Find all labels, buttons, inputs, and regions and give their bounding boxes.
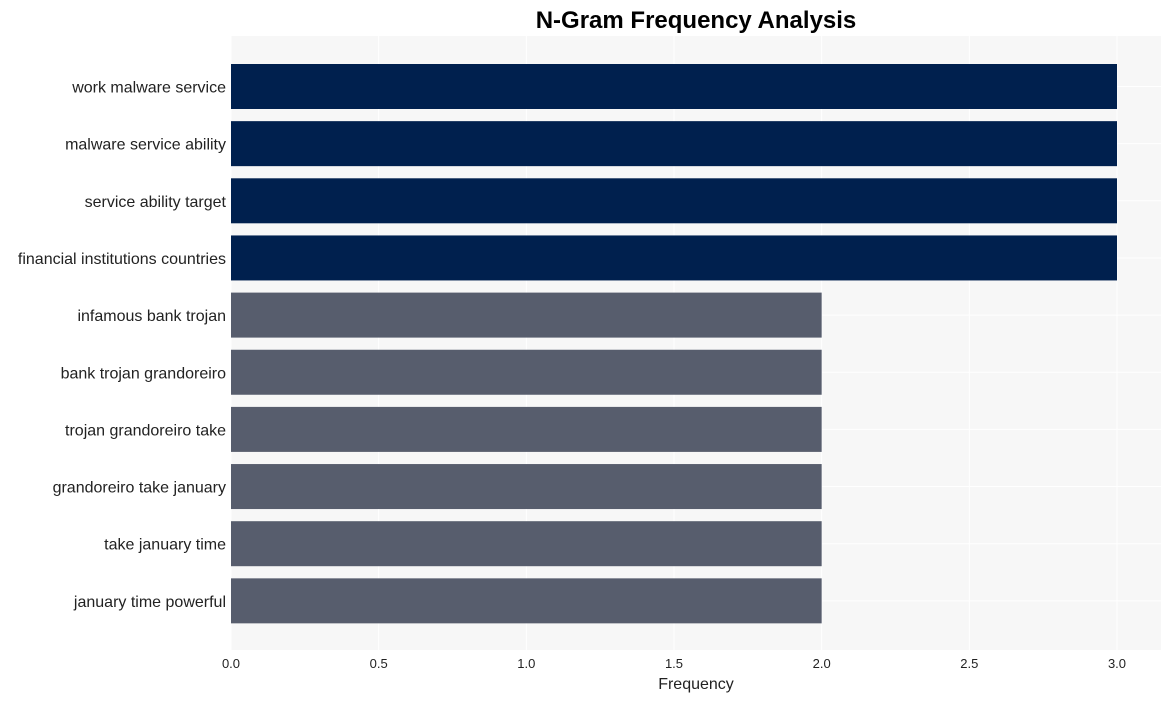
y-label-6: trojan grandoreiro take xyxy=(65,422,226,439)
y-label-3: financial institutions countries xyxy=(18,251,226,268)
y-label-9: january time powerful xyxy=(73,594,226,611)
x-axis-label: Frequency xyxy=(658,676,734,693)
x-tick-label-0: 0.0 xyxy=(222,656,240,671)
bar-3 xyxy=(231,235,1117,281)
bar-1 xyxy=(231,121,1117,167)
bar-8 xyxy=(231,521,822,567)
bar-9 xyxy=(231,578,822,624)
x-tick-label-6: 3.0 xyxy=(1108,656,1126,671)
bar-6 xyxy=(231,406,822,452)
x-tick-label-3: 1.5 xyxy=(665,656,683,671)
x-tick-label-2: 1.0 xyxy=(517,656,535,671)
y-label-1: malware service ability xyxy=(65,137,226,154)
bar-2 xyxy=(231,178,1117,224)
x-tick-label-4: 2.0 xyxy=(813,656,831,671)
y-label-4: infamous bank trojan xyxy=(77,308,226,325)
bar-7 xyxy=(231,464,822,510)
y-label-5: bank trojan grandoreiro xyxy=(61,365,227,382)
bar-0 xyxy=(231,64,1117,109)
y-label-2: service ability target xyxy=(85,194,227,211)
y-label-8: take january time xyxy=(104,537,226,554)
bar-5 xyxy=(231,349,822,395)
y-label-7: grandoreiro take january xyxy=(53,480,226,497)
y-label-0: work malware service xyxy=(71,80,226,97)
x-tick-label-1: 0.5 xyxy=(370,656,388,671)
y-axis-labels: work malware service malware service abil… xyxy=(18,80,227,611)
bar-4 xyxy=(231,292,822,338)
x-tick-label-5: 2.5 xyxy=(960,656,978,671)
x-axis-ticks: 0.0 0.5 1.0 1.5 2.0 2.5 3.0 xyxy=(222,656,1126,671)
ngram-bar-chart: work malware service malware service abil… xyxy=(18,7,1161,693)
chart-title: N-Gram Frequency Analysis xyxy=(536,7,857,34)
